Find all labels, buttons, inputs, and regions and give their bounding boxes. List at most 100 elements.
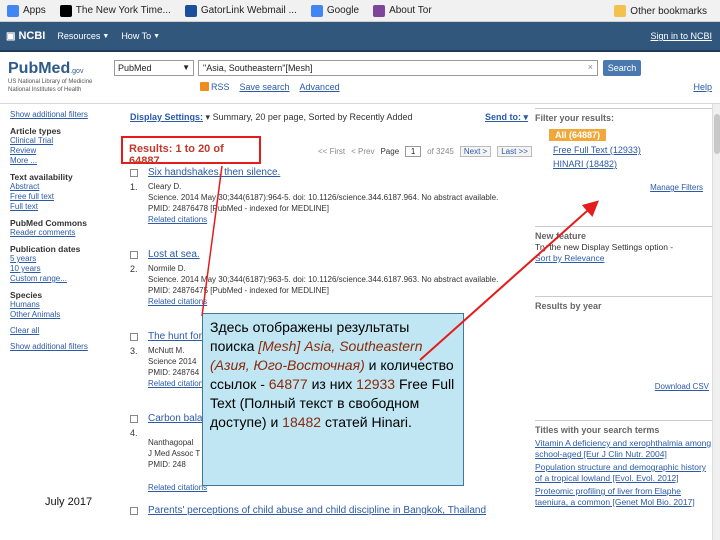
filter-review[interactable]: Review [10, 146, 110, 156]
new-feature-title: New feature [535, 226, 715, 242]
show-additional-filters-bottom-link[interactable]: Show additional filters [10, 342, 110, 352]
clear-all-link[interactable]: Clear all [10, 326, 110, 336]
bookmark-label: Apps [23, 5, 46, 16]
filter-custom-range[interactable]: Custom range... [10, 274, 110, 284]
filter-hinari-link[interactable]: HINARI (18482) [535, 159, 715, 169]
resources-menu[interactable]: Resources [57, 31, 100, 41]
filter-results-title: Filter your results: [535, 108, 715, 123]
ncbi-header: ▣ NCBI Resources ▼ How To ▼ Sign in to N… [0, 22, 720, 52]
results-by-year-title: Results by year [535, 296, 715, 312]
scrollbar-thumb[interactable] [714, 114, 720, 154]
apps-icon [7, 4, 19, 17]
related-citations-link[interactable]: Related citations [148, 483, 207, 493]
pubmed-logo-sub1: US National Library of Medicine [8, 79, 93, 85]
howto-menu[interactable]: How To [121, 31, 151, 41]
result-title-link[interactable]: The hunt for [148, 332, 202, 342]
show-filters-bottom-group: Show additional filters [10, 342, 110, 352]
result-checkbox[interactable] [130, 251, 138, 259]
filter-reader-comments[interactable]: Reader comments [10, 228, 110, 238]
bookmark-google[interactable]: Google [304, 0, 366, 22]
filter-other-animals[interactable]: Other Animals [10, 310, 110, 320]
first-page-link[interactable]: << First [318, 147, 345, 156]
filter-free-full-text-link[interactable]: Free Full Text (12933) [535, 145, 715, 155]
display-settings-row: Display Settings: ▾ Summary, 20 per page… [130, 112, 530, 123]
download-csv-link[interactable]: Download CSV [535, 381, 715, 392]
bookmark-apps[interactable]: Apps [0, 0, 53, 22]
new-feature-line1: Try the new Display Settings option - [535, 242, 674, 252]
database-select[interactable]: PubMed ▼ [114, 60, 194, 76]
right-column: Filter your results: All (64887) Free Fu… [535, 108, 715, 507]
other-bookmarks[interactable]: Other bookmarks [607, 0, 714, 22]
page-number-input[interactable]: 1 [405, 146, 422, 157]
filter-full-text[interactable]: Full text [10, 202, 110, 212]
advanced-link[interactable]: Advanced [300, 82, 340, 92]
prev-page-link[interactable]: < Prev [351, 147, 374, 156]
result-item: Parents' perceptions of child abuse and … [130, 506, 505, 530]
filter-free-full-text[interactable]: Free full text [10, 192, 110, 202]
bookmark-nytimes[interactable]: The New York Time... [53, 0, 178, 22]
clear-icon[interactable]: × [588, 62, 593, 72]
titles-title: Titles with your search terms [535, 420, 715, 436]
result-title-link[interactable]: Six handshakes, then silence. [148, 168, 280, 178]
result-pmid: PMID: 248764 [148, 368, 200, 377]
result-pmid: PMID: 248 [148, 460, 186, 469]
related-citations-link[interactable]: Related citations [148, 297, 207, 307]
save-search-link[interactable]: Save search [240, 82, 290, 92]
filter-5-years[interactable]: 5 years [10, 254, 110, 264]
bookmark-tor[interactable]: About Tor [366, 0, 439, 22]
next-page-button[interactable]: Next > [459, 146, 492, 157]
result-item: 1. Six handshakes, then silence. Cleary … [130, 168, 505, 234]
send-to-label: Send to: [485, 112, 521, 122]
sort-by-relevance-link[interactable]: Sort by Relevance [535, 253, 715, 264]
filter-10-years[interactable]: 10 years [10, 264, 110, 274]
related-citations-link[interactable]: Related citations [148, 215, 207, 225]
filter-abstract[interactable]: Abstract [10, 182, 110, 192]
filter-more[interactable]: More ... [10, 156, 110, 166]
display-settings-chevron-icon[interactable]: ▾ [206, 112, 211, 122]
rss-link[interactable]: RSS [200, 82, 230, 92]
help-link[interactable]: Help [693, 82, 712, 92]
show-additional-filters-link[interactable]: Show additional filters [10, 110, 110, 120]
pubmed-logo-sub2: National Institutes of Health [8, 87, 82, 93]
ncbi-logo[interactable]: ▣ NCBI [0, 30, 45, 42]
page-scrollbar[interactable] [712, 104, 720, 540]
clear-all-group: Clear all [10, 326, 110, 336]
filter-all[interactable]: All (64887) [549, 129, 607, 141]
send-to-link[interactable]: Send to: ▾ [485, 112, 528, 123]
chevron-down-icon: ▼ [153, 32, 161, 40]
other-bookmarks-label: Other bookmarks [630, 5, 707, 17]
result-title-link[interactable]: Carbon bala [148, 414, 202, 424]
result-checkbox[interactable] [130, 415, 138, 423]
titles-block: Titles with your search terms Vitamin A … [535, 420, 715, 508]
pubmed-commons-title: PubMed Commons [10, 218, 87, 228]
title-link-3[interactable]: Proteomic profiling of liver from Elaphe… [535, 486, 715, 508]
filter-all-wrap: All (64887) [535, 123, 715, 141]
bookmark-gatorlink[interactable]: GatorLink Webmail ... [178, 0, 304, 22]
manage-filters-link[interactable]: Manage Filters [535, 183, 715, 192]
result-checkbox[interactable] [130, 507, 138, 515]
result-checkbox[interactable] [130, 333, 138, 341]
filter-clinical-trial[interactable]: Clinical Trial [10, 136, 110, 146]
ncbi-logo-text: NCBI [18, 30, 46, 42]
result-citation: Science. 2014 May 30;344(6187):964-5. do… [148, 193, 499, 202]
callout-text-4: из них [307, 376, 357, 392]
title-link-1[interactable]: Vitamin A deficiency and xerophthalmia a… [535, 438, 715, 460]
result-title-link[interactable]: Lost at sea. [148, 250, 200, 260]
result-checkbox[interactable] [130, 169, 138, 177]
last-page-button[interactable]: Last >> [497, 146, 532, 157]
annotation-callout: Здесь отображены результаты поиска [Mesh… [202, 313, 464, 486]
callout-free: 12933 [356, 376, 396, 392]
folder-icon [614, 5, 627, 17]
callout-hinari: 18482 [282, 414, 322, 430]
signin-link[interactable]: Sign in to NCBI [650, 31, 712, 41]
title-link-2[interactable]: Population structure and demographic his… [535, 462, 715, 484]
search-input[interactable]: "Asia, Southeastern"[Mesh] × [198, 60, 598, 76]
result-item: 2. Lost at sea. Normile D. Science. 2014… [130, 250, 505, 316]
results-count: Results: 1 to 20 of 64887 [121, 136, 261, 167]
related-citations-link[interactable]: Related citations [148, 379, 207, 389]
display-settings-link[interactable]: Display Settings: [130, 112, 203, 122]
filter-humans[interactable]: Humans [10, 300, 110, 310]
pubmed-logo[interactable]: PubMed.gov US National Library of Medici… [8, 60, 92, 94]
search-button[interactable]: Search [603, 60, 641, 76]
result-title-link[interactable]: Parents' perceptions of child abuse and … [148, 506, 486, 516]
